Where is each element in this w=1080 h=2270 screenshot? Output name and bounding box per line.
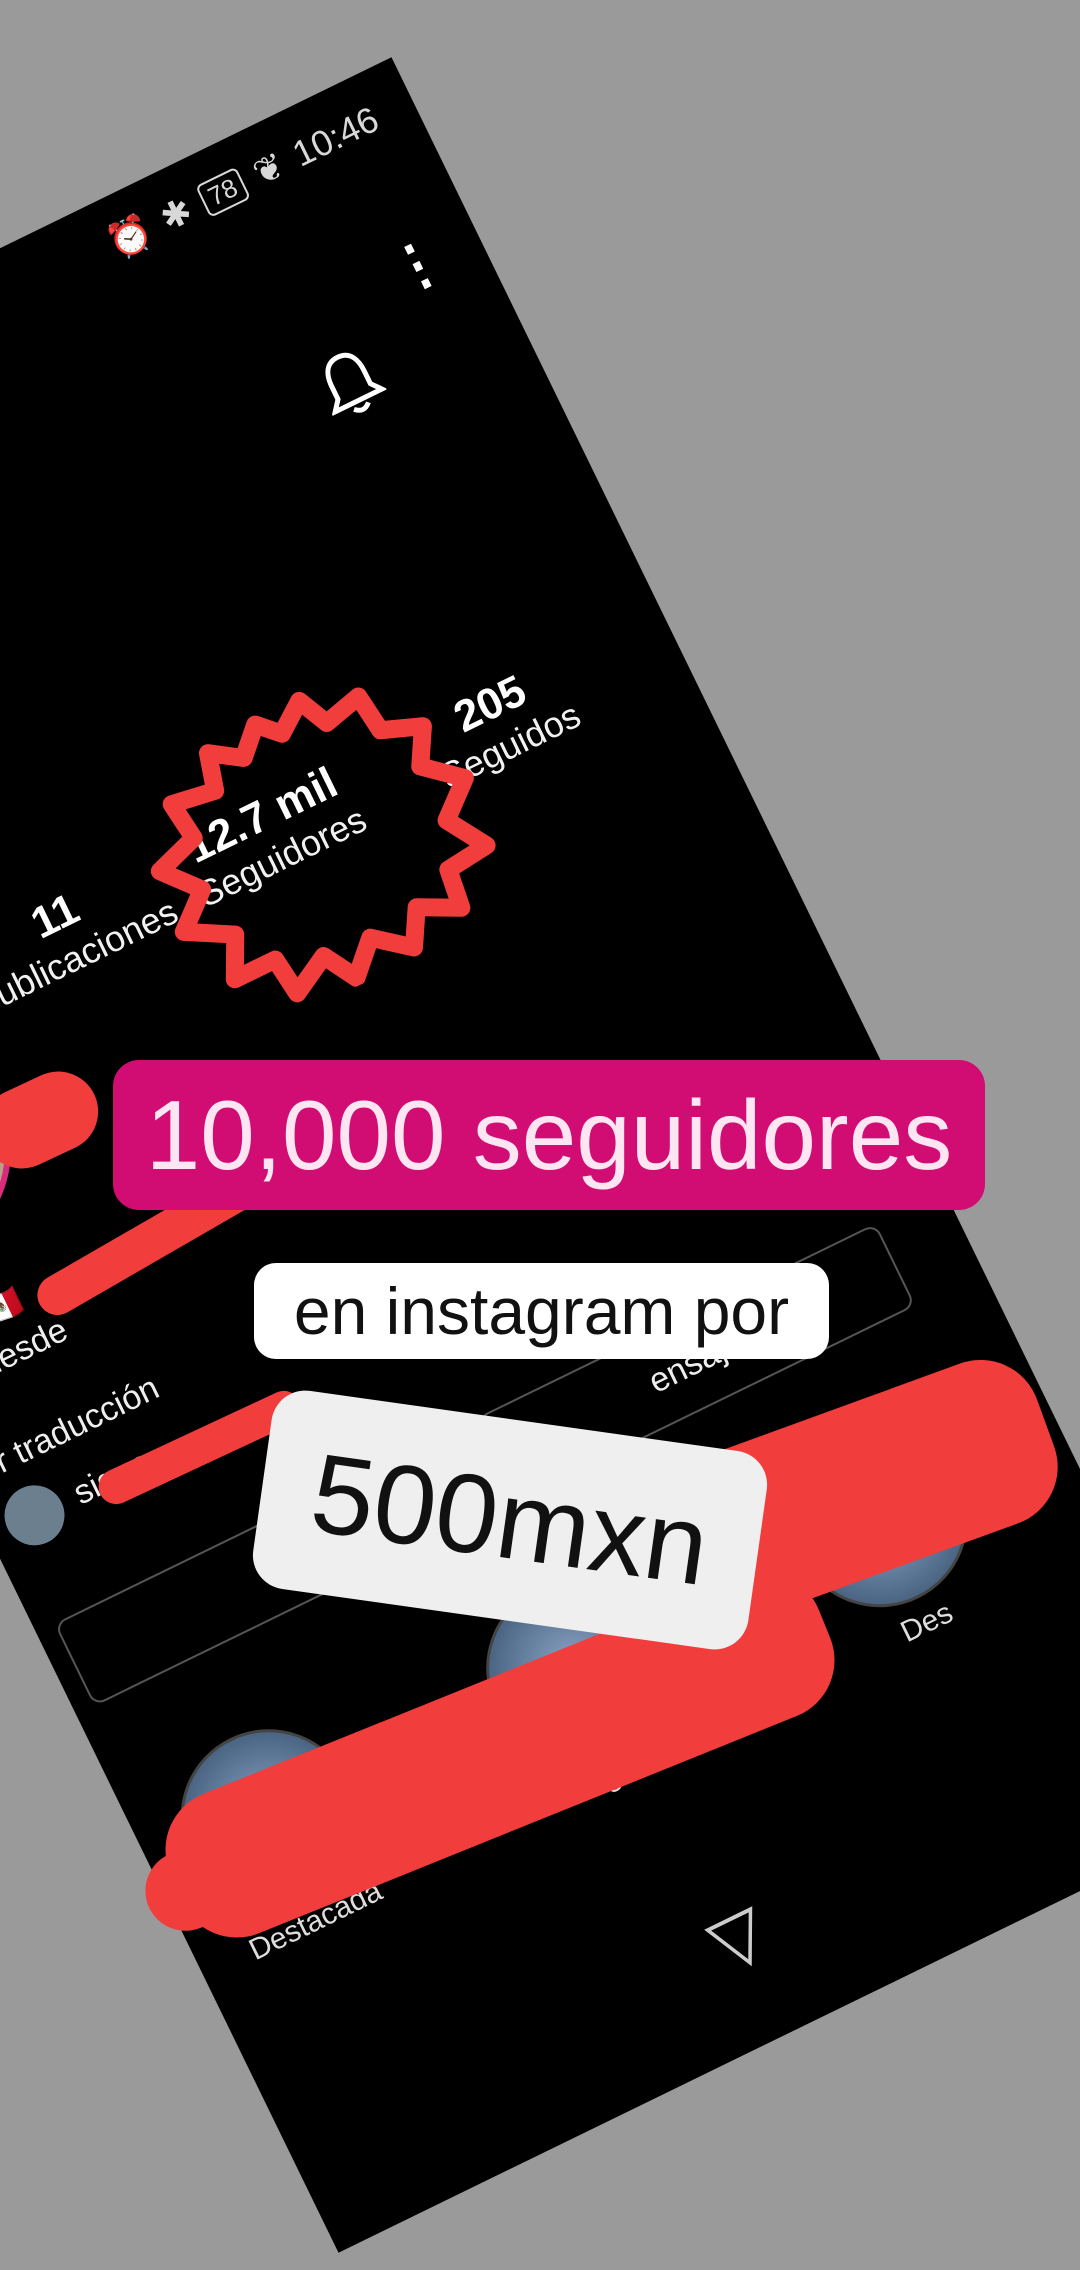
- bluetooth-icon: ✱: [153, 189, 199, 240]
- bell-icon[interactable]: [308, 339, 393, 428]
- promo-headline: 10,000 seguidores: [113, 1060, 985, 1210]
- status-bar: ⏰ ✱ 78 ❦ 10:46: [101, 98, 386, 266]
- follower-avatar: [0, 1475, 75, 1556]
- battery-indicator: 78: [194, 166, 251, 218]
- promo-subline: en instagram por: [254, 1263, 829, 1359]
- alarm-icon: ⏰: [100, 208, 159, 265]
- leaf-icon: ❦: [246, 143, 292, 194]
- nav-back-icon[interactable]: ▽: [695, 1888, 779, 1985]
- status-time: 10:46: [285, 98, 385, 175]
- kebab-icon[interactable]: ⋮: [378, 224, 456, 305]
